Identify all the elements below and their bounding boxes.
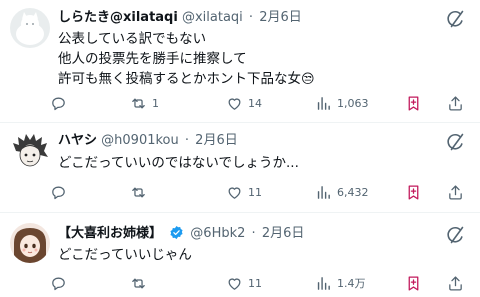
avatar[interactable]: [10, 223, 50, 263]
heart-icon: [228, 97, 241, 110]
views-icon: [317, 276, 330, 290]
reply-icon: [52, 97, 65, 110]
retweet-icon: [132, 98, 145, 108]
bookmark-icon: [408, 275, 419, 291]
bookmark-button[interactable]: [405, 182, 422, 202]
like-count: 11: [248, 276, 262, 290]
tweet-text-line: どこだっていいじゃん: [58, 247, 192, 263]
bookmark-button[interactable]: [405, 273, 422, 293]
share-button[interactable]: [447, 273, 464, 293]
action-bar: 11 1.4万: [50, 273, 470, 293]
grok-icon[interactable]: [444, 8, 466, 30]
like-count: 11: [248, 185, 262, 199]
timestamp[interactable]: 2月6日: [259, 10, 302, 25]
retweet-button[interactable]: [130, 182, 152, 202]
bookmark-button[interactable]: [405, 93, 422, 113]
reply-button[interactable]: [50, 273, 72, 293]
reply-icon: [52, 186, 65, 199]
view-count: 1.4万: [337, 277, 366, 290]
display-name[interactable]: ハヤシ: [58, 133, 97, 148]
share-icon: [449, 95, 462, 111]
display-name[interactable]: しらたき@xilataqi: [58, 10, 178, 25]
like-count: 14: [248, 96, 262, 110]
tweet-text-line: どこだっていいのではないでしょうか...: [58, 155, 299, 171]
separator: ·: [251, 226, 256, 241]
view-count: 6,432: [337, 185, 369, 199]
bookmark-icon: [408, 95, 419, 111]
heart-icon: [228, 277, 241, 290]
views-icon: [317, 185, 330, 199]
views-button[interactable]: 6,432: [315, 182, 369, 202]
timestamp[interactable]: 2月6日: [262, 226, 305, 241]
separator: ·: [248, 10, 254, 25]
like-button[interactable]: 14: [226, 93, 262, 113]
reply-button[interactable]: [50, 182, 72, 202]
reply-button[interactable]: [50, 93, 72, 113]
share-button[interactable]: [447, 93, 464, 113]
retweet-button[interactable]: 1: [130, 93, 159, 113]
timestamp[interactable]: 2月6日: [195, 133, 238, 148]
grok-icon[interactable]: [444, 131, 466, 153]
separator: ·: [184, 133, 190, 148]
grok-icon[interactable]: [444, 224, 466, 246]
reply-icon: [52, 277, 65, 290]
user-handle[interactable]: @h0901kou: [101, 133, 179, 148]
like-button[interactable]: 11: [226, 182, 262, 202]
user-handle[interactable]: @xilataqi: [182, 10, 243, 25]
tweet[interactable]: 【大喜利お姉様】 @6Hbk2 · 2月6日 どこだっていいじゃん 11 1.4…: [0, 213, 480, 297]
views-icon: [317, 96, 330, 110]
tweet-text-line: 許可も無く投稿するとかホント下品な女😒: [58, 69, 468, 90]
user-handle[interactable]: @6Hbk2: [190, 226, 245, 241]
tweet-text: どこだっていいのではないでしょうか...: [58, 153, 468, 173]
tweet[interactable]: ハヤシ @h0901kou · 2月6日 どこだっていいのではないでしょうか..…: [0, 123, 480, 213]
share-icon: [449, 275, 462, 291]
avatar[interactable]: [10, 131, 50, 171]
views-button[interactable]: 1,063: [315, 93, 369, 113]
action-bar: 1 14 1,063: [50, 93, 470, 113]
tweet-text: 公表している訳でもない 他人の投票先を勝手に推察して 許可も無く投稿するとかホン…: [58, 29, 468, 90]
tweet-text: どこだっていいじゃん: [58, 245, 468, 265]
tweet[interactable]: しらたき@xilataqi @xilataqi · 2月6日 公表している訳でも…: [0, 0, 480, 123]
display-name[interactable]: 【大喜利お姉様】: [58, 226, 162, 241]
retweet-icon: [132, 187, 145, 197]
unamused-emoji: 😒: [301, 72, 315, 87]
action-bar: 11 6,432: [50, 182, 470, 202]
share-button[interactable]: [447, 182, 464, 202]
tweet-text-line-part: 許可も無く投稿するとかホント下品な女: [58, 71, 301, 87]
share-icon: [449, 184, 462, 200]
like-button[interactable]: 11: [226, 273, 262, 293]
tweet-text-line: 他人の投票先を勝手に推察して: [58, 51, 247, 67]
retweet-button[interactable]: [130, 273, 152, 293]
bookmark-icon: [408, 184, 419, 200]
tweet-text-line: 公表している訳でもない: [58, 31, 207, 47]
heart-icon: [228, 186, 241, 199]
avatar[interactable]: [10, 8, 50, 48]
retweet-count: 1: [152, 96, 159, 110]
verified-badge-icon: [169, 225, 184, 246]
view-count: 1,063: [337, 96, 369, 110]
retweet-icon: [132, 278, 145, 288]
views-button[interactable]: 1.4万: [315, 273, 366, 293]
